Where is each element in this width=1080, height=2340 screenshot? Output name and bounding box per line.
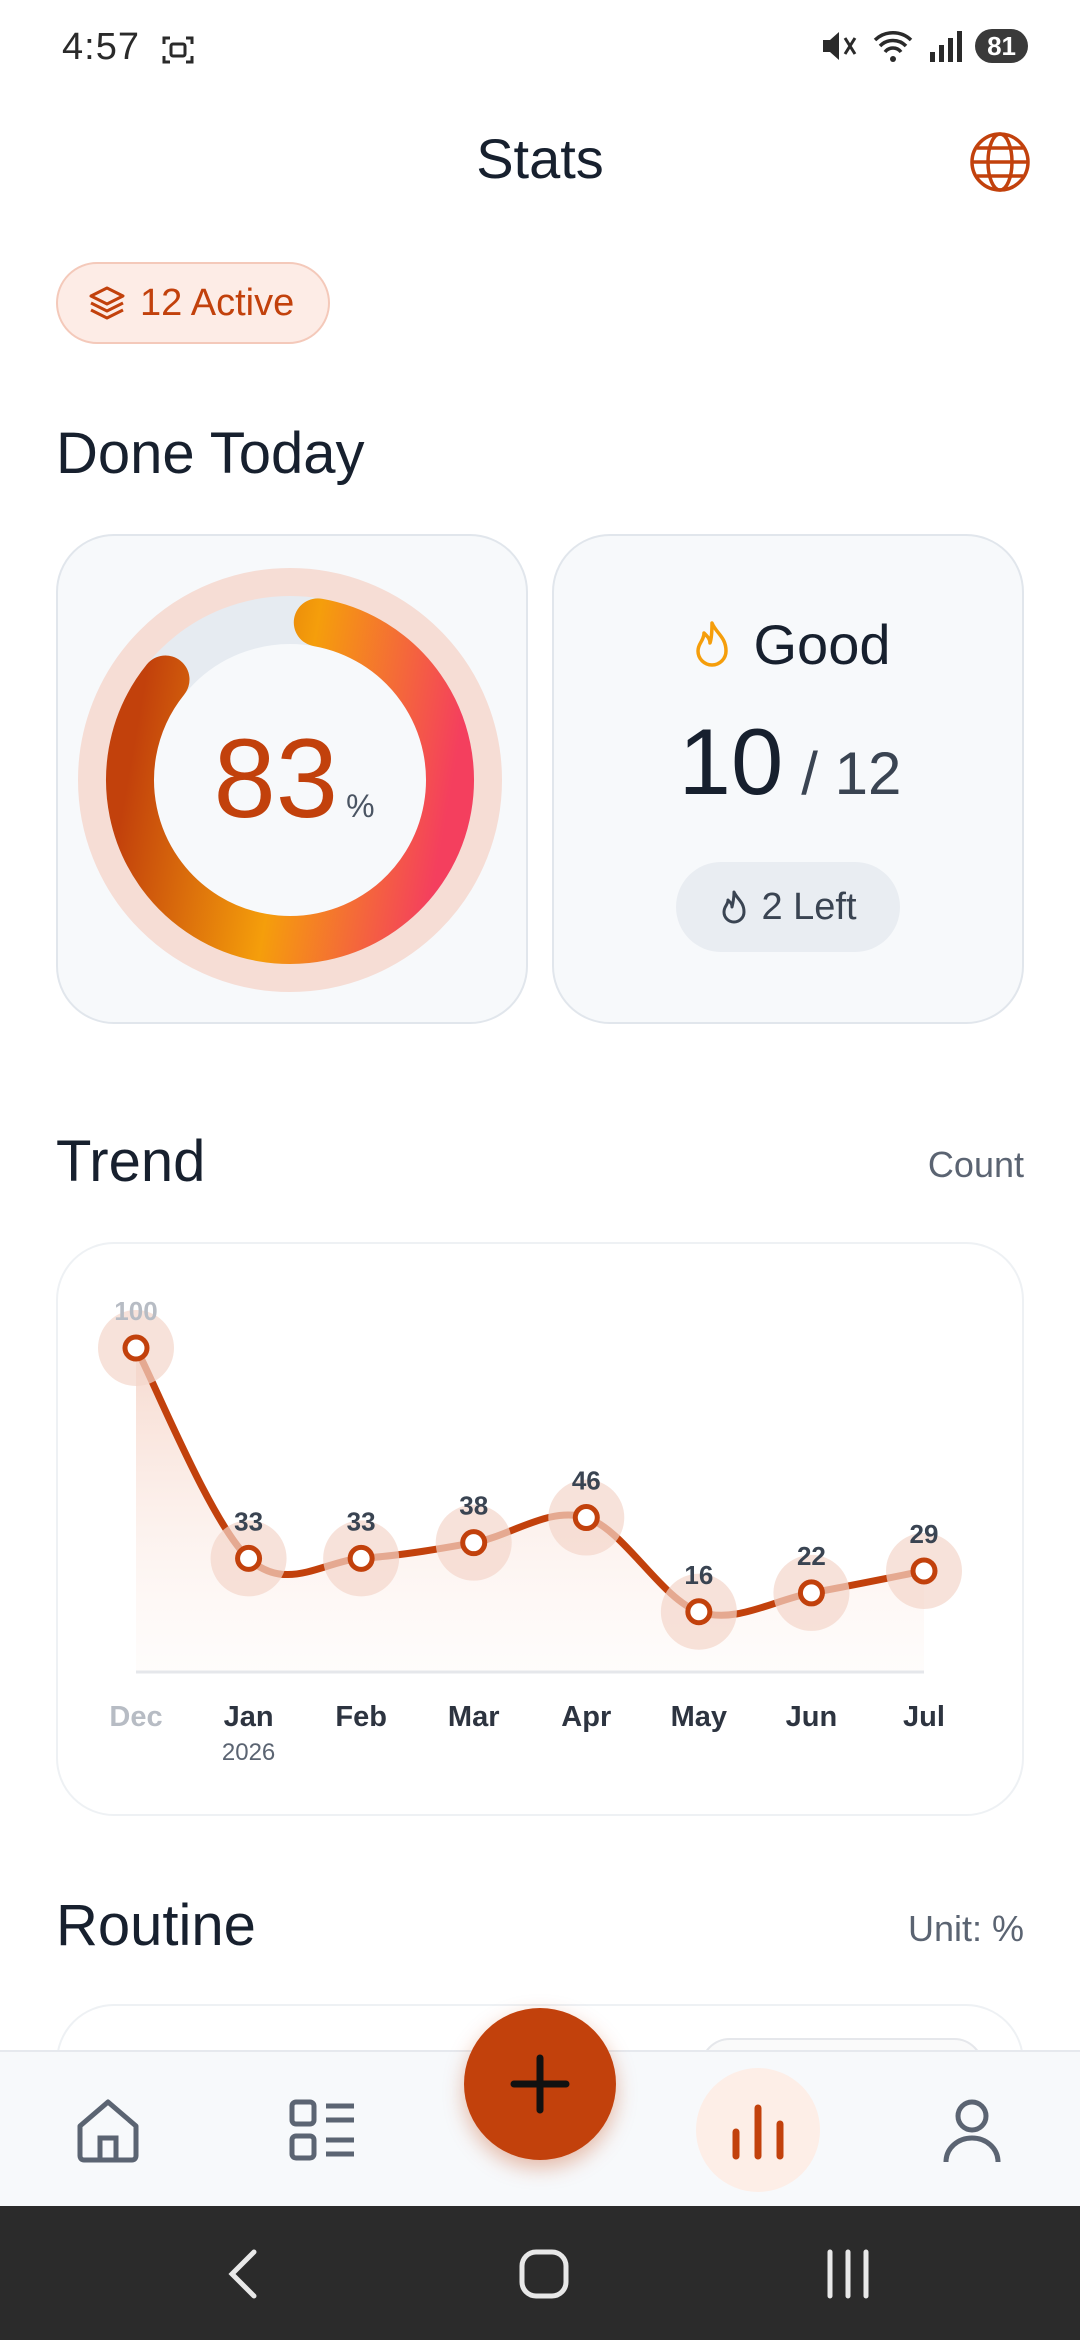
- data-point: [347, 1544, 375, 1572]
- x-tick-label: Jan: [224, 1701, 274, 1733]
- home-system-icon[interactable]: [516, 2244, 572, 2304]
- nav-profile[interactable]: [912, 2070, 1032, 2190]
- bar-chart-icon: [732, 2104, 784, 2160]
- list-icon: [289, 2099, 354, 2161]
- percent-value: 83: [213, 716, 339, 841]
- data-point: [122, 1334, 150, 1362]
- add-button[interactable]: [464, 2008, 616, 2160]
- total-count: / 12: [801, 740, 902, 807]
- nav-home[interactable]: [48, 2070, 168, 2190]
- data-label: 33: [234, 1506, 263, 1536]
- system-nav-bar: [0, 2206, 1080, 2340]
- plus-icon: [510, 2054, 570, 2114]
- data-label: 16: [684, 1560, 713, 1590]
- trend-chart-card: 100 Dec 33 Jan 2026 33 Feb 38 Mar 46 Apr 16 May 22 Jun…: [56, 1242, 1024, 1816]
- data-point: [460, 1529, 488, 1557]
- trend-chart: 100 Dec 33 Jan 2026 33 Feb 38 Mar 46 Apr 16 May 22 Jun…: [98, 1296, 962, 1766]
- x-tick-label: Jul: [903, 1701, 945, 1733]
- status-icons: 81: [819, 28, 1028, 64]
- x-tick-label: May: [671, 1701, 727, 1733]
- routine-unit: Unit: %: [907, 1908, 1024, 1949]
- active-filter-chip[interactable]: 12 Active: [56, 262, 331, 344]
- person-icon: [943, 2099, 1001, 2163]
- x-tick-sublabel: 2026: [222, 1739, 275, 1766]
- trend-title: Trend: [56, 1129, 206, 1194]
- routine-title: Routine: [56, 1893, 256, 1958]
- data-point: [797, 1579, 825, 1607]
- active-chip-label: 12 Active: [140, 281, 295, 324]
- data-point: [235, 1544, 263, 1572]
- page-title: Stats: [476, 127, 604, 190]
- data-label: 100: [114, 1296, 157, 1326]
- remaining-label: 2 Left: [761, 885, 857, 928]
- wifi-icon: [873, 31, 913, 62]
- nav-stats[interactable]: [696, 2068, 820, 2192]
- data-label: 46: [572, 1466, 601, 1496]
- home-icon: [77, 2099, 139, 2163]
- data-point: [910, 1557, 938, 1585]
- donut-value: 83%: [58, 714, 530, 843]
- battery-indicator: 81: [975, 29, 1028, 63]
- status-row: Good: [554, 612, 1026, 677]
- x-tick-label: Feb: [335, 1701, 387, 1733]
- status-label: Good: [753, 613, 891, 676]
- trend-mode-toggle[interactable]: Count: [928, 1144, 1024, 1186]
- flame-icon: [695, 620, 728, 667]
- recents-icon[interactable]: [820, 2246, 876, 2302]
- mute-icon: [823, 32, 857, 60]
- screenshot-icon: [162, 36, 194, 64]
- data-label: 33: [347, 1506, 376, 1536]
- data-point: [572, 1504, 600, 1532]
- small-flame-icon: [722, 890, 746, 924]
- count-row: 10 / 12: [554, 708, 1026, 816]
- completion-card: 83%: [56, 534, 528, 1024]
- data-point: [685, 1598, 713, 1626]
- globe-icon[interactable]: [968, 130, 1032, 194]
- data-label: 38: [459, 1491, 488, 1521]
- layers-icon: [89, 286, 125, 320]
- x-tick-label: Jun: [786, 1701, 838, 1733]
- done-today-title: Done Today: [56, 421, 365, 486]
- nav-list[interactable]: [262, 2070, 382, 2190]
- x-tick-label: Dec: [109, 1701, 162, 1733]
- done-count: 10: [678, 709, 784, 814]
- x-tick-label: Apr: [561, 1701, 611, 1733]
- remaining-pill: 2 Left: [676, 862, 900, 952]
- summary-card: Good 10 / 12 2 Left: [552, 534, 1024, 1024]
- x-tick-label: Mar: [448, 1701, 500, 1733]
- percent-unit: %: [346, 788, 375, 824]
- status-time: 4:57: [62, 26, 140, 68]
- data-label: 22: [797, 1541, 826, 1571]
- data-label: 29: [910, 1519, 939, 1549]
- back-icon[interactable]: [220, 2246, 270, 2302]
- signal-icon: [930, 31, 963, 62]
